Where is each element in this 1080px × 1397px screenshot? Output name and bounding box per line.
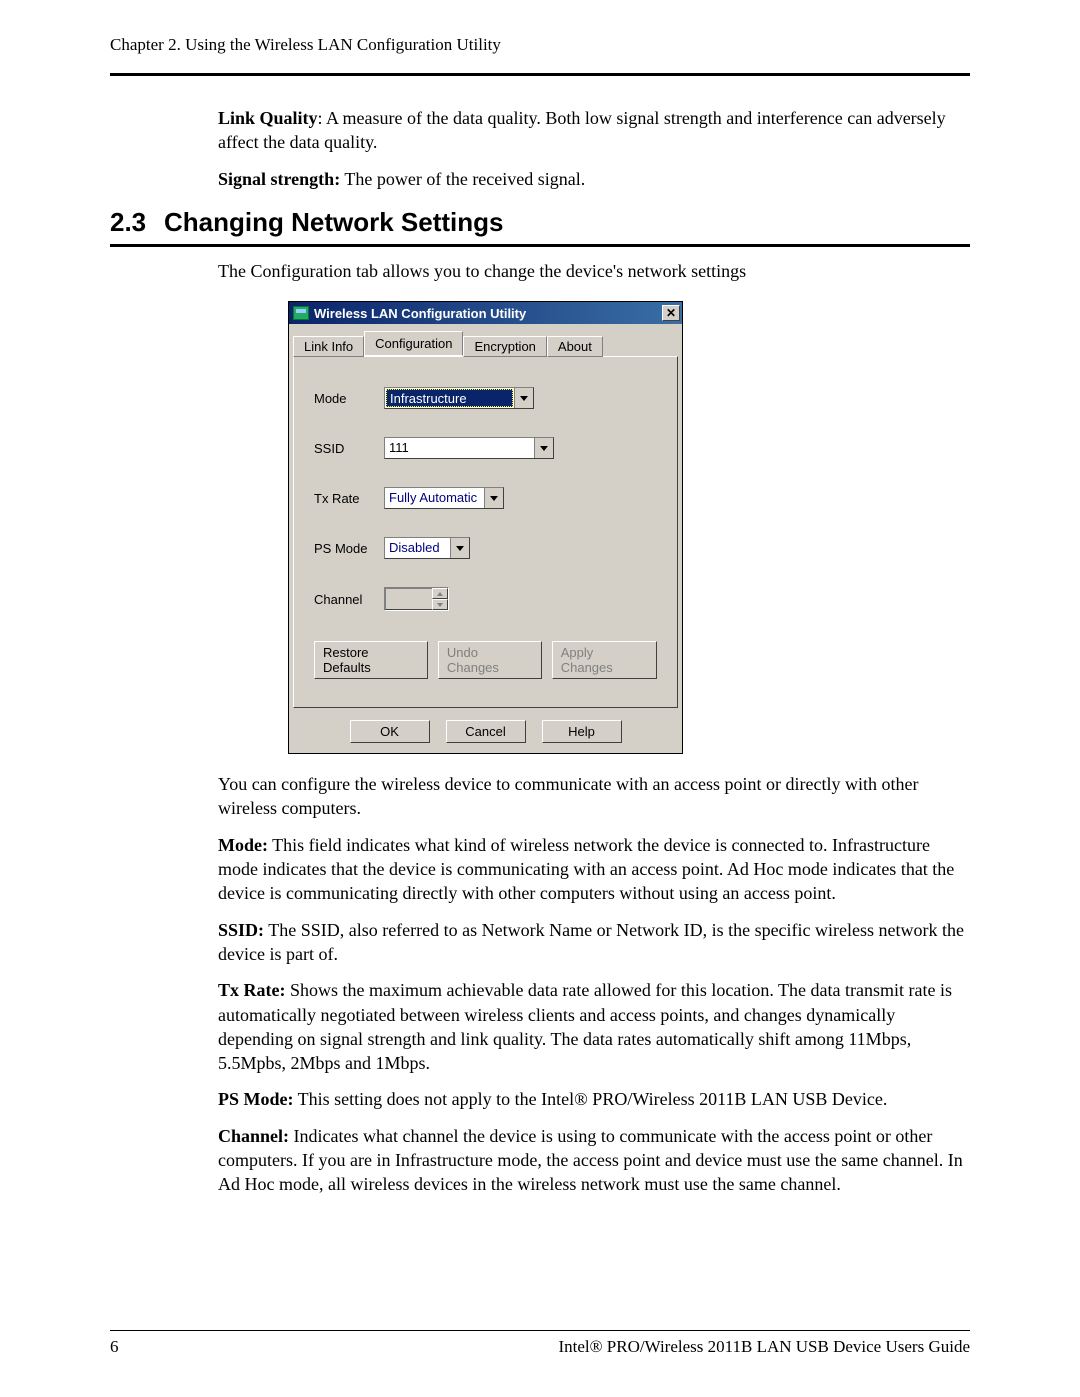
row-ssid: SSID 111 [314, 437, 657, 459]
chevron-down-icon [520, 396, 528, 401]
mode-combo[interactable]: Infrastructure [384, 387, 534, 409]
chevron-up-icon [437, 592, 443, 596]
psmode-dropdown-button[interactable] [450, 538, 469, 558]
help-button[interactable]: Help [542, 720, 622, 743]
app-icon [293, 306, 309, 320]
txrate-value: Fully Automatic [385, 488, 484, 508]
row-txrate: Tx Rate Fully Automatic [314, 487, 657, 509]
ssid-value: 111 [385, 438, 534, 458]
wlan-config-dialog: Wireless LAN Configuration Utility ✕ Lin… [288, 301, 683, 754]
close-button[interactable]: ✕ [662, 305, 680, 321]
ssid-combo[interactable]: 111 [384, 437, 554, 459]
footer-doc-title: Intel® PRO/Wireless 2011B LAN USB Device… [558, 1337, 970, 1357]
channel-spinner[interactable] [384, 587, 449, 611]
txrate-dropdown-button[interactable] [484, 488, 503, 508]
label-channel: Channel [314, 592, 384, 607]
psmode-def-label: PS Mode: [218, 1089, 294, 1109]
link-quality-label: Link Quality [218, 108, 318, 128]
chevron-down-icon [437, 603, 443, 607]
mode-dropdown-button[interactable] [514, 388, 533, 408]
page-footer: 6 Intel® PRO/Wireless 2011B LAN USB Devi… [110, 1330, 970, 1357]
chevron-down-icon [490, 496, 498, 501]
mode-def-label: Mode: [218, 835, 268, 855]
para-channel: Channel: Indicates what channel the devi… [218, 1124, 970, 1197]
ok-button[interactable]: OK [350, 720, 430, 743]
para-mode: Mode: This field indicates what kind of … [218, 833, 970, 906]
tab-panel-configuration: Mode Infrastructure SSID 111 [293, 356, 678, 708]
chevron-down-icon [456, 546, 464, 551]
section-number: 2.3 [110, 207, 164, 238]
tab-configuration[interactable]: Configuration [364, 331, 463, 356]
tab-about[interactable]: About [547, 336, 603, 357]
dialog-title: Wireless LAN Configuration Utility [314, 306, 662, 321]
row-mode: Mode Infrastructure [314, 387, 657, 409]
ssid-dropdown-button[interactable] [534, 438, 553, 458]
psmode-value: Disabled [385, 538, 450, 558]
row-psmode: PS Mode Disabled [314, 537, 657, 559]
para-psmode: PS Mode: This setting does not apply to … [218, 1087, 970, 1111]
mode-value: Infrastructure [386, 389, 513, 407]
header-rule [110, 73, 970, 76]
ssid-def-label: SSID: [218, 920, 264, 940]
dialog-titlebar[interactable]: Wireless LAN Configuration Utility ✕ [289, 302, 682, 324]
link-quality-text: : A measure of the data quality. Both lo… [218, 108, 946, 152]
channel-def-label: Channel: [218, 1126, 289, 1146]
label-ssid: SSID [314, 441, 384, 456]
section-rule [110, 244, 970, 247]
section-title: Changing Network Settings [164, 207, 503, 237]
txrate-combo[interactable]: Fully Automatic [384, 487, 504, 509]
psmode-def-text: This setting does not apply to the Intel… [294, 1089, 888, 1109]
row-channel: Channel [314, 587, 657, 611]
label-mode: Mode [314, 391, 384, 406]
tab-encryption[interactable]: Encryption [463, 336, 546, 357]
ssid-def-text: The SSID, also referred to as Network Na… [218, 920, 964, 964]
channel-def-text: Indicates what channel the device is usi… [218, 1126, 963, 1195]
para-txrate: Tx Rate: Shows the maximum achievable da… [218, 978, 970, 1075]
label-txrate: Tx Rate [314, 491, 384, 506]
section-lead: The Configuration tab allows you to chan… [218, 259, 970, 283]
undo-changes-button[interactable]: Undo Changes [438, 641, 542, 679]
para-signal-strength: Signal strength: The power of the receiv… [218, 167, 970, 191]
dialog-bottom-buttons: OK Cancel Help [289, 712, 682, 753]
label-psmode: PS Mode [314, 541, 384, 556]
para-after-dialog: You can configure the wireless device to… [218, 772, 970, 821]
psmode-combo[interactable]: Disabled [384, 537, 470, 559]
mode-def-text: This field indicates what kind of wirele… [218, 835, 954, 904]
close-icon: ✕ [666, 307, 676, 319]
apply-changes-button[interactable]: Apply Changes [552, 641, 657, 679]
para-link-quality: Link Quality: A measure of the data qual… [218, 106, 970, 155]
channel-up-button[interactable] [432, 588, 448, 599]
cancel-button[interactable]: Cancel [446, 720, 526, 743]
tab-strip: Link Info Configuration Encryption About [289, 324, 682, 356]
chevron-down-icon [540, 446, 548, 451]
running-header: Chapter 2. Using the Wireless LAN Config… [110, 35, 970, 55]
para-ssid: SSID: The SSID, also referred to as Netw… [218, 918, 970, 967]
channel-value [385, 588, 432, 610]
txrate-def-text: Shows the maximum achievable data rate a… [218, 980, 952, 1073]
panel-button-row: Restore Defaults Undo Changes Apply Chan… [314, 641, 657, 679]
txrate-def-label: Tx Rate: [218, 980, 285, 1000]
signal-strength-label: Signal strength: [218, 169, 340, 189]
section-heading: 2.3Changing Network Settings [110, 207, 970, 238]
restore-defaults-button[interactable]: Restore Defaults [314, 641, 428, 679]
page-number: 6 [110, 1337, 119, 1357]
signal-strength-text: The power of the received signal. [340, 169, 585, 189]
channel-down-button[interactable] [432, 599, 448, 610]
tab-link-info[interactable]: Link Info [293, 336, 364, 357]
